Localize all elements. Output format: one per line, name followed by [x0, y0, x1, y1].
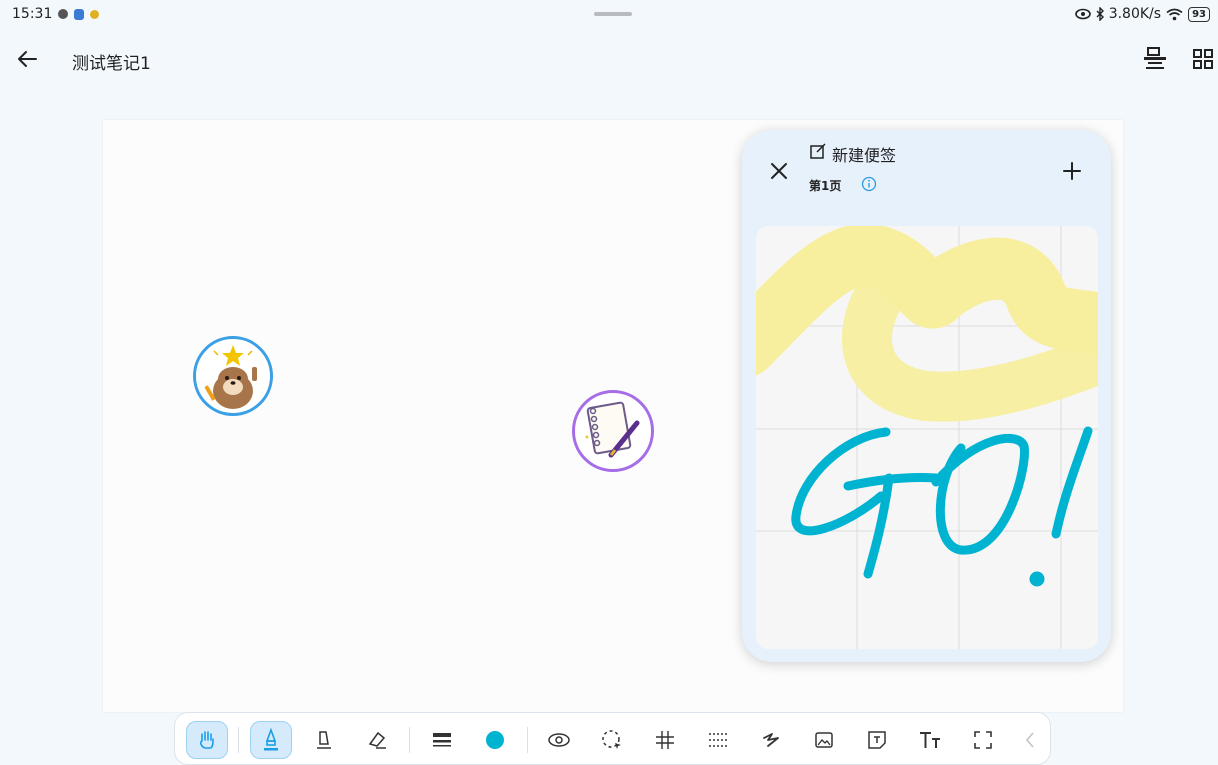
battery-indicator: 93 [1188, 6, 1210, 22]
bluetooth-icon [1096, 7, 1104, 21]
drawing-toolbar [174, 712, 1051, 765]
eye-icon [548, 733, 570, 747]
dotted-grid-button[interactable] [697, 721, 739, 759]
sticky-note-icon [868, 731, 886, 749]
sticky-note-sheet[interactable] [756, 226, 1098, 649]
pen-tool-button[interactable] [250, 721, 292, 759]
notebook-sticker[interactable] [572, 390, 654, 472]
notebook-illustration [585, 401, 640, 458]
info-icon[interactable] [861, 176, 877, 192]
grid-button[interactable] [644, 721, 686, 759]
color-picker-button[interactable] [474, 721, 516, 759]
grid-view-icon[interactable] [1192, 48, 1214, 70]
otter-sticker[interactable] [193, 336, 273, 416]
wifi-icon [1166, 8, 1183, 20]
sun-notification-icon [90, 9, 100, 19]
shape-tool-button[interactable] [750, 721, 792, 759]
text-tool-button[interactable] [909, 721, 951, 759]
pencil-icon [317, 731, 331, 749]
shield-notification-icon [74, 8, 85, 20]
dotted-grid-icon [709, 733, 727, 747]
status-bar: 15:31 3.80K/s 93 [0, 0, 1218, 30]
image-icon [815, 732, 833, 748]
window-handle[interactable] [594, 12, 632, 16]
lasso-icon [602, 730, 621, 749]
more-icon [1025, 732, 1034, 748]
shape-icon [763, 733, 779, 747]
fullscreen-button[interactable] [962, 721, 1004, 759]
pencil-tool-button[interactable] [303, 721, 345, 759]
view-mode-button[interactable] [538, 721, 580, 759]
fullscreen-icon [974, 731, 992, 749]
lasso-select-button[interactable] [591, 721, 633, 759]
eraser-tool-button[interactable] [356, 721, 398, 759]
add-icon[interactable] [1060, 159, 1084, 183]
print-layout-icon[interactable] [1142, 46, 1168, 72]
app-bar: 测试笔记1 [0, 36, 1218, 84]
edit-note-icon [810, 143, 826, 159]
more-tools-button[interactable] [1015, 721, 1045, 759]
page-label: 第1页 [809, 179, 842, 193]
network-speed: 3.80K/s [1108, 6, 1162, 22]
stroke-width-icon [433, 733, 451, 747]
app-notification-icon [58, 9, 69, 19]
grid-icon [656, 731, 674, 749]
close-icon[interactable] [768, 160, 790, 182]
handwriting-drawing [756, 226, 1098, 649]
image-insert-button[interactable] [803, 721, 845, 759]
eraser-icon [368, 731, 386, 749]
color-swatch [486, 731, 504, 749]
eye-icon [1074, 8, 1091, 20]
note-title[interactable]: 测试笔记1 [72, 49, 151, 74]
sticky-note-panel[interactable]: 新建便签 第1页 [742, 130, 1111, 662]
pen-icon [264, 728, 278, 751]
hand-tool-button[interactable] [186, 721, 228, 759]
back-arrow-icon[interactable] [14, 46, 40, 72]
hand-icon [199, 731, 214, 749]
stroke-width-button[interactable] [421, 721, 463, 759]
sticky-note-title[interactable]: 新建便签 [832, 142, 896, 166]
text-icon [920, 732, 940, 748]
status-time: 15:31 [12, 6, 53, 22]
sticky-note-button[interactable] [856, 721, 898, 759]
otter-illustration [204, 345, 257, 409]
